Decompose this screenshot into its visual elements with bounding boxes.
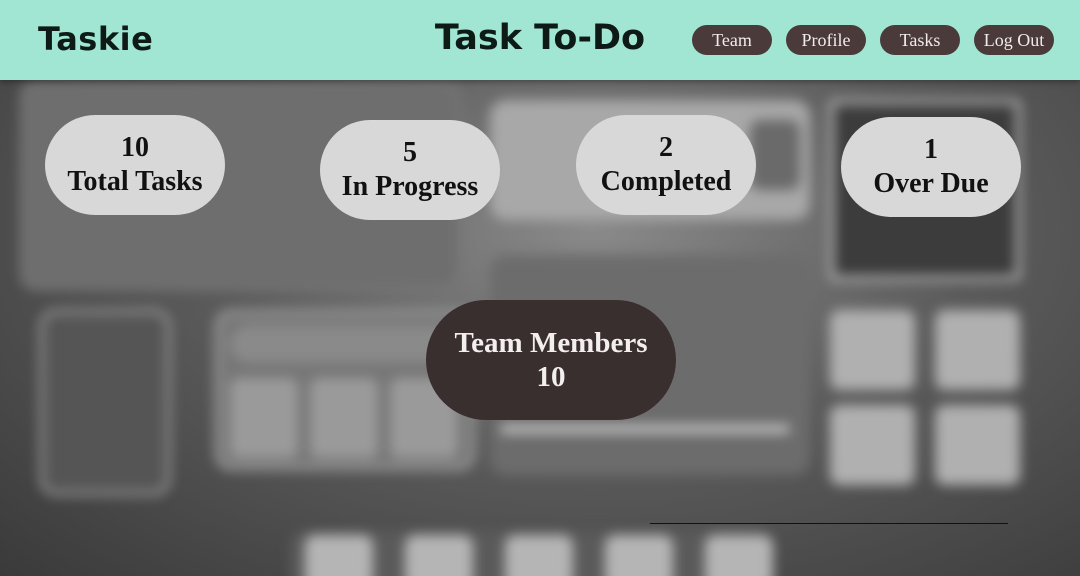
bg-app-tile [935,310,1020,390]
bg-search-tile [230,378,298,458]
bg-music-progress [500,425,790,433]
team-members-card[interactable]: Team Members 10 [426,300,676,420]
bg-dock-icon [305,535,373,576]
total-tasks-value: 10 [121,132,149,163]
bg-card-widget [40,310,170,495]
bg-dock-icon [705,535,773,576]
overdue-value: 1 [924,134,938,165]
total-tasks-card[interactable]: 10 Total Tasks [45,115,225,215]
in-progress-label: In Progress [341,171,479,202]
bg-dock-icon [405,535,473,576]
nav-team-button[interactable]: Team [692,25,772,55]
bg-app-tile [830,405,915,485]
in-progress-value: 5 [403,137,417,168]
bg-app-tile [830,310,915,390]
overdue-card[interactable]: 1 Over Due [841,117,1021,217]
completed-card[interactable]: 2 Completed [576,115,756,215]
top-header: Taskie Task To-Do Team Profile Tasks Log… [0,0,1080,80]
nav-tasks-button[interactable]: Tasks [880,25,960,55]
bg-dock-icon [505,535,573,576]
completed-value: 2 [659,132,673,163]
in-progress-card[interactable]: 5 In Progress [320,120,500,220]
bg-dock-icon [605,535,673,576]
team-members-label: Team Members [454,327,648,359]
bg-app-tile [935,405,1020,485]
divider-line [650,523,1008,524]
nav-profile-button[interactable]: Profile [786,25,866,55]
bg-search-tile [310,378,378,458]
total-tasks-label: Total Tasks [67,166,203,197]
logout-button[interactable]: Log Out [974,25,1054,55]
bg-date-inner [750,120,800,190]
completed-label: Completed [600,166,732,197]
overdue-label: Over Due [873,168,989,199]
team-members-count: 10 [536,361,566,393]
